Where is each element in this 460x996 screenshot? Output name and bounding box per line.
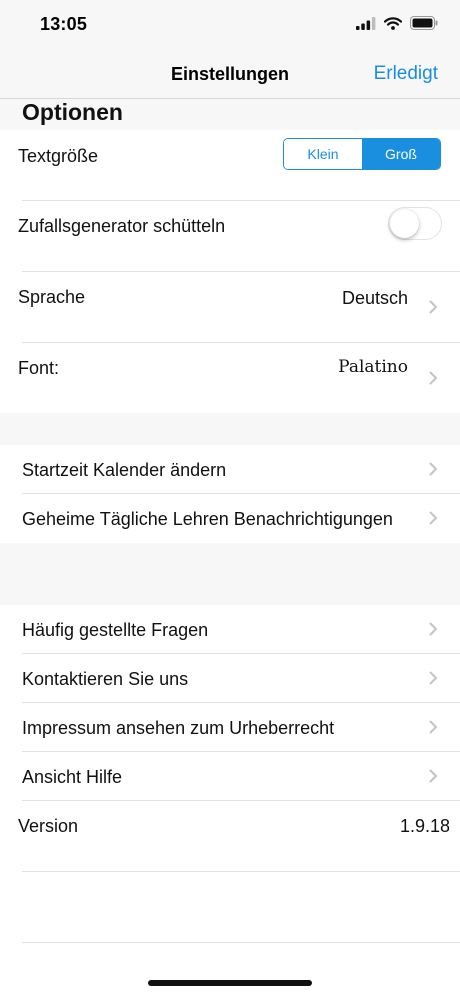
language-label: Sprache	[18, 287, 86, 307]
font-label: Font:	[18, 358, 60, 378]
shake-randomizer-label: Zufallsgenerator schütteln	[18, 216, 226, 236]
text-size-large-segment[interactable]: Groß	[362, 139, 440, 169]
wifi-icon	[384, 16, 402, 30]
text-size-segmented-control[interactable]: Klein Groß	[283, 138, 441, 170]
help-label: Ansicht Hilfe	[22, 767, 123, 787]
list-item-help[interactable]: Ansicht Hilfe	[0, 752, 460, 801]
done-button[interactable]: Erledigt	[374, 63, 438, 85]
section-gap	[0, 543, 460, 605]
options-section-title: Optionen	[22, 99, 123, 125]
separator	[22, 871, 460, 872]
chevron-right-icon	[429, 720, 437, 734]
text-size-small-segment[interactable]: Klein	[284, 139, 362, 169]
chevron-right-icon	[429, 300, 437, 314]
list-item-contact-us[interactable]: Kontaktieren Sie uns	[0, 654, 460, 703]
status-icons	[356, 16, 438, 30]
list-item-imprint-copyright[interactable]: Impressum ansehen zum Urheberrecht	[0, 703, 460, 752]
status-bar: 13:05	[0, 0, 460, 52]
toggle-knob	[390, 209, 419, 238]
font-value: Palatino	[338, 357, 408, 377]
cellular-signal-icon	[356, 16, 376, 30]
text-size-label: Textgröße	[18, 146, 99, 166]
list-item-faq[interactable]: Häufig gestellte Fragen	[0, 605, 460, 654]
list-item-change-calendar-start[interactable]: Startzeit Kalender ändern	[0, 445, 460, 494]
chevron-right-icon	[429, 371, 437, 385]
font-row[interactable]: Font: Palatino	[0, 343, 460, 413]
shake-randomizer-row: Zufallsgenerator schütteln	[0, 201, 460, 271]
chevron-right-icon	[429, 462, 437, 476]
contact-us-label: Kontaktieren Sie uns	[22, 669, 189, 689]
faq-label: Häufig gestellte Fragen	[22, 620, 209, 640]
secret-daily-teachings-label: Geheime Tägliche Lehren Benachrichtigung…	[22, 509, 393, 529]
battery-icon	[410, 16, 438, 30]
version-value: 1.9.18	[399, 816, 450, 836]
change-calendar-start-label: Startzeit Kalender ändern	[22, 460, 227, 480]
chevron-right-icon	[429, 622, 437, 636]
home-indicator[interactable]	[148, 980, 312, 986]
chevron-right-icon	[429, 511, 437, 525]
section-gap	[0, 413, 460, 445]
separator	[22, 942, 460, 943]
chevron-right-icon	[429, 671, 437, 685]
options-section-header: Optionen	[0, 99, 460, 130]
chevron-right-icon	[429, 769, 437, 783]
version-row: Version 1.9.18	[0, 801, 460, 871]
imprint-copyright-label: Impressum ansehen zum Urheberrecht	[22, 718, 335, 738]
navigation-bar: Einstellungen Erledigt	[0, 52, 460, 99]
list-item-secret-daily-teachings[interactable]: Geheime Tägliche Lehren Benachrichtigung…	[0, 494, 460, 543]
status-time: 13:05	[40, 14, 88, 34]
language-row[interactable]: Sprache Deutsch	[0, 272, 460, 342]
version-label: Version	[18, 816, 79, 836]
language-value: Deutsch	[341, 288, 408, 308]
shake-randomizer-toggle[interactable]	[388, 207, 442, 240]
